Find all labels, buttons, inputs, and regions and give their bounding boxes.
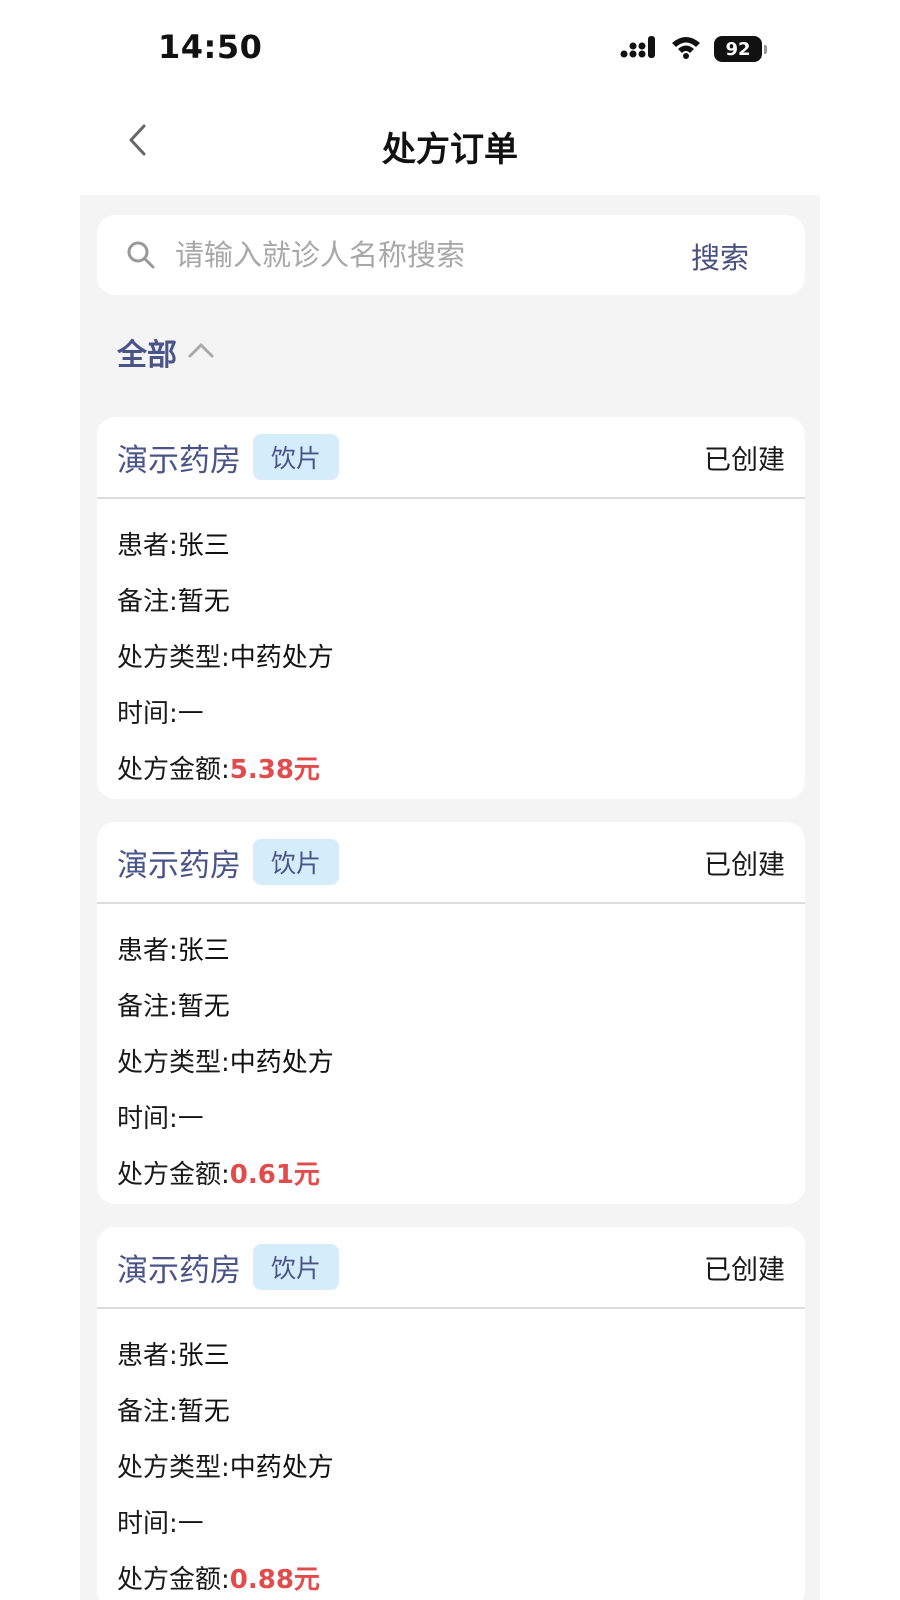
type-tag: 饮片 xyxy=(253,1244,340,1290)
patient-label: 患者: xyxy=(117,1340,178,1371)
order-card-header: 演示药房 饮片 已创建 xyxy=(97,822,805,904)
remark-row: 备注: 暂无 xyxy=(117,571,785,627)
order-card[interactable]: 演示药房 饮片 已创建 患者: 张三 备注: 暂无 处方类型: 中药处方 时间: — 处… xyxy=(97,417,805,799)
wifi-icon xyxy=(670,34,702,64)
remark-label: 备注: xyxy=(117,1396,178,1427)
amount-label: 处方金额: xyxy=(117,754,230,785)
rx-type-value: 中药处方 xyxy=(229,1047,334,1078)
rx-type-label: 处方类型: xyxy=(117,642,230,673)
search-button[interactable]: 搜索 xyxy=(691,235,749,277)
signal-icon xyxy=(620,34,658,64)
time-row: 时间: — xyxy=(117,1088,785,1144)
remark-row: 备注: 暂无 xyxy=(117,976,785,1032)
battery-icon: 92 xyxy=(714,36,767,62)
search-input[interactable] xyxy=(175,230,655,280)
amount-row: 处方金额: 0.61元 xyxy=(117,1144,785,1200)
page-title: 处方订单 xyxy=(382,130,518,170)
time-row: 时间: — xyxy=(117,683,785,739)
order-card[interactable]: 演示药房 饮片 已创建 患者: 张三 备注: 暂无 处方类型: 中药处方 时间: — 处… xyxy=(97,1227,805,1600)
remark-value: 暂无 xyxy=(177,1396,230,1427)
order-card-body: 患者: 张三 备注: 暂无 处方类型: 中药处方 时间: — 处方金额: 0.61元 xyxy=(97,904,805,1200)
remark-value: 暂无 xyxy=(177,991,230,1022)
order-card-body: 患者: 张三 备注: 暂无 处方类型: 中药处方 时间: — 处方金额: 0.88元 xyxy=(97,1309,805,1600)
order-status: 已创建 xyxy=(704,444,785,476)
patient-value: 张三 xyxy=(177,935,230,966)
patient-label: 患者: xyxy=(117,935,178,966)
patient-label: 患者: xyxy=(117,530,178,561)
order-card-header: 演示药房 饮片 已创建 xyxy=(97,1227,805,1309)
patient-row: 患者: 张三 xyxy=(117,1325,785,1381)
filter-dropdown[interactable]: 全部 xyxy=(117,330,215,374)
remark-row: 备注: 暂无 xyxy=(117,1381,785,1437)
rx-type-row: 处方类型: 中药处方 xyxy=(117,627,785,683)
rx-type-row: 处方类型: 中药处方 xyxy=(117,1437,785,1493)
amount-row: 处方金额: 0.88元 xyxy=(117,1549,785,1600)
amount-value: 0.61元 xyxy=(229,1159,320,1190)
status-time: 14:50 xyxy=(158,28,263,66)
pharmacy-name: 演示药房 xyxy=(117,442,241,479)
pharmacy-name: 演示药房 xyxy=(117,847,241,884)
rx-type-row: 处方类型: 中药处方 xyxy=(117,1032,785,1088)
patient-row: 患者: 张三 xyxy=(117,920,785,976)
remark-value: 暂无 xyxy=(177,586,230,617)
search-bar: 搜索 xyxy=(97,215,805,295)
time-row: 时间: — xyxy=(117,1493,785,1549)
type-tag: 饮片 xyxy=(253,839,340,885)
rx-type-label: 处方类型: xyxy=(117,1047,230,1078)
status-bar: 14:50 92 xyxy=(0,0,900,100)
order-status: 已创建 xyxy=(704,1254,785,1286)
order-card[interactable]: 演示药房 饮片 已创建 患者: 张三 备注: 暂无 处方类型: 中药处方 时间: — 处… xyxy=(97,822,805,1204)
pharmacy-name: 演示药房 xyxy=(117,1252,241,1289)
amount-value: 5.38元 xyxy=(229,754,320,785)
remark-label: 备注: xyxy=(117,586,178,617)
rx-type-value: 中药处方 xyxy=(229,1452,334,1483)
amount-value: 0.88元 xyxy=(229,1564,320,1595)
filter-label: 全部 xyxy=(117,338,177,373)
time-label: 时间: xyxy=(117,1103,178,1134)
time-value: — xyxy=(177,696,204,726)
rx-type-label: 处方类型: xyxy=(117,1452,230,1483)
nav-bar: 处方订单 xyxy=(0,100,900,192)
time-label: 时间: xyxy=(117,698,178,729)
order-status: 已创建 xyxy=(704,849,785,881)
amount-label: 处方金额: xyxy=(117,1564,230,1595)
remark-label: 备注: xyxy=(117,991,178,1022)
chevron-up-icon xyxy=(187,341,215,363)
amount-row: 处方金额: 5.38元 xyxy=(117,739,785,795)
order-card-header: 演示药房 饮片 已创建 xyxy=(97,417,805,499)
time-label: 时间: xyxy=(117,1508,178,1539)
status-icons: 92 xyxy=(620,34,767,64)
rx-type-value: 中药处方 xyxy=(229,642,334,673)
type-tag: 饮片 xyxy=(253,434,340,480)
time-value: — xyxy=(177,1101,204,1131)
time-value: — xyxy=(177,1506,204,1536)
patient-value: 张三 xyxy=(177,1340,230,1371)
patient-value: 张三 xyxy=(177,530,230,561)
search-icon xyxy=(125,239,157,271)
patient-row: 患者: 张三 xyxy=(117,515,785,571)
order-card-body: 患者: 张三 备注: 暂无 处方类型: 中药处方 时间: — 处方金额: 5.38元 xyxy=(97,499,805,795)
amount-label: 处方金额: xyxy=(117,1159,230,1190)
order-list-area[interactable]: 搜索 全部 演示药房 饮片 已创建 患者:张三 备注:暂无 处方类型:中药处方 … xyxy=(80,195,820,1600)
